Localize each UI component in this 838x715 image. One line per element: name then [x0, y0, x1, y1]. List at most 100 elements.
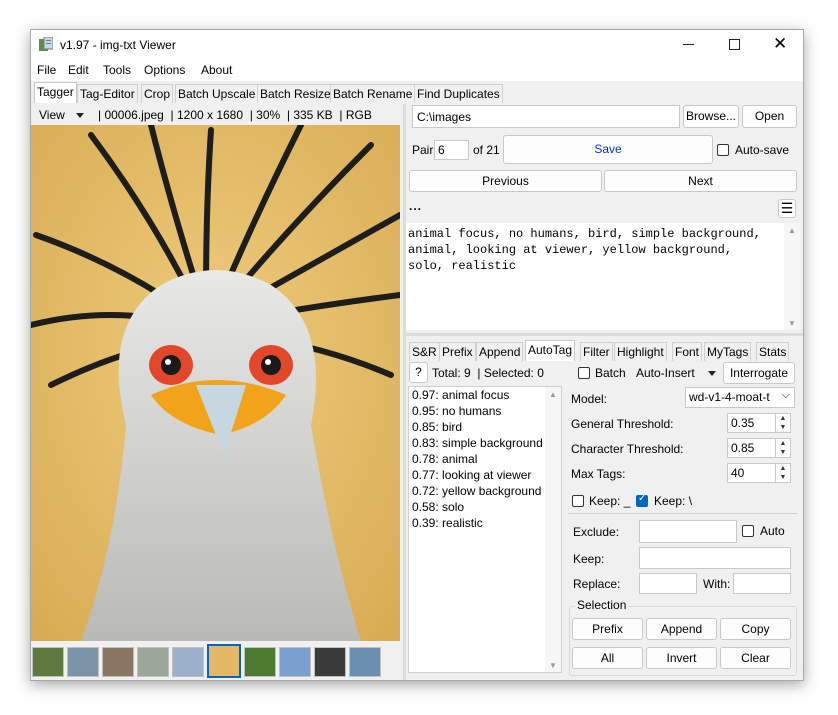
character-threshold-value: 0.85: [731, 441, 755, 455]
menu-options[interactable]: Options: [144, 63, 185, 77]
tab-highlight[interactable]: Highlight: [614, 342, 667, 361]
image-filename: 00006.jpeg: [104, 108, 164, 122]
thumbnail[interactable]: [137, 647, 169, 677]
total-count: Total: 9 | Selected: 0: [432, 366, 544, 380]
menu-edit[interactable]: Edit: [68, 63, 89, 77]
title-bar: v1.97 - img-txt Viewer ✕: [31, 30, 803, 60]
tab-batch-rename[interactable]: Batch Rename: [330, 84, 416, 103]
thumbnail[interactable]: [244, 647, 276, 677]
thumbnail[interactable]: [102, 647, 134, 677]
exclude-input[interactable]: [639, 520, 737, 543]
view-menu[interactable]: View: [39, 108, 65, 122]
results-list[interactable]: 0.97: animal focus 0.95: no humans 0.85:…: [408, 386, 562, 673]
batch-label: Batch: [595, 366, 626, 380]
close-icon[interactable]: ✕: [773, 34, 787, 54]
max-tags-input[interactable]: 40 ▲ ▼: [727, 463, 791, 483]
thumbnail[interactable]: [67, 647, 99, 677]
auto-insert-dropdown[interactable]: Auto-Insert: [636, 366, 695, 380]
caption-scrollbar[interactable]: ▲ ▼: [784, 223, 800, 330]
thumbnail[interactable]: [172, 647, 204, 677]
keep-label: Keep:: [573, 552, 605, 566]
with-input[interactable]: [733, 573, 791, 594]
tab-tagger[interactable]: Tagger: [34, 82, 77, 103]
thumbnail[interactable]: [314, 647, 346, 677]
list-item[interactable]: 0.95: no humans: [409, 403, 561, 419]
caption-textarea[interactable]: animal focus, no humans, bird, simple ba…: [406, 223, 784, 330]
list-item[interactable]: 0.85: bird: [409, 419, 561, 435]
copy-button[interactable]: Copy: [720, 618, 791, 640]
tab-append[interactable]: Append: [476, 342, 524, 361]
tab-prefix[interactable]: Prefix: [439, 342, 476, 361]
path-field[interactable]: C:\images: [412, 105, 680, 128]
chevron-down-icon: ⌵: [781, 389, 790, 401]
thumbnail[interactable]: [279, 647, 311, 677]
invert-button[interactable]: Invert: [646, 647, 717, 669]
tab-batch-resize[interactable]: Batch Resize: [257, 84, 334, 103]
pair-input[interactable]: 6: [434, 140, 469, 160]
next-button[interactable]: Next: [604, 170, 797, 192]
minimize-icon[interactable]: [683, 44, 694, 45]
list-item[interactable]: 0.39: realistic: [409, 515, 561, 531]
replace-input[interactable]: [639, 573, 697, 594]
list-item[interactable]: 0.72: yellow background: [409, 483, 561, 499]
clear-button[interactable]: Clear: [720, 647, 791, 669]
menu-file[interactable]: File: [37, 63, 56, 77]
open-button[interactable]: Open: [742, 105, 797, 128]
list-item[interactable]: 0.83: simple background: [409, 435, 561, 451]
menu-tools[interactable]: Tools: [103, 63, 131, 77]
character-threshold-input[interactable]: 0.85 ▲ ▼: [727, 438, 791, 458]
save-button[interactable]: Save: [503, 135, 713, 164]
auto-checkbox[interactable]: [742, 525, 754, 537]
prefix-button[interactable]: Prefix: [572, 618, 643, 640]
previous-button[interactable]: Previous: [409, 170, 602, 192]
model-select[interactable]: wd-v1-4-moat-t ⌵: [685, 387, 795, 408]
keep-underscore-checkbox[interactable]: [572, 495, 584, 507]
chevron-down-icon[interactable]: [708, 371, 716, 376]
tab-filter[interactable]: Filter: [580, 342, 613, 361]
thumbnail[interactable]: [349, 647, 381, 677]
browse-button[interactable]: Browse...: [683, 105, 739, 128]
help-button[interactable]: ?: [409, 362, 428, 383]
tab-stats[interactable]: Stats: [756, 342, 790, 361]
tab-batch-upscale[interactable]: Batch Upscale: [175, 84, 259, 103]
list-item[interactable]: 0.78: animal: [409, 451, 561, 467]
menu-bar: File Edit Tools Options About: [31, 60, 803, 81]
spinner[interactable]: ▲ ▼: [775, 414, 790, 432]
maximize-icon[interactable]: [729, 39, 740, 50]
menu-about[interactable]: About: [201, 63, 232, 77]
window-title: v1.97 - img-txt Viewer: [60, 38, 176, 52]
exclude-label: Exclude:: [573, 525, 620, 539]
spinner[interactable]: ▲ ▼: [775, 439, 790, 457]
tab-tag-editor[interactable]: Tag-Editor: [77, 84, 138, 103]
tab-sr[interactable]: S&R: [409, 342, 440, 361]
tab-font[interactable]: Font: [672, 342, 703, 361]
keep-input[interactable]: [639, 547, 791, 569]
batch-checkbox[interactable]: [578, 367, 590, 379]
all-button[interactable]: All: [572, 647, 643, 669]
tab-find-duplicates[interactable]: Find Duplicates: [414, 84, 503, 103]
interrogate-button[interactable]: Interrogate: [723, 362, 795, 384]
chevron-down-icon[interactable]: [76, 113, 84, 118]
spinner[interactable]: ▲ ▼: [775, 464, 790, 482]
general-threshold-input[interactable]: 0.35 ▲ ▼: [727, 413, 791, 433]
keep-backslash-checkbox[interactable]: ✓: [636, 493, 648, 507]
app-window: v1.97 - img-txt Viewer ✕ File Edit Tools…: [30, 29, 804, 681]
thumbnail[interactable]: [32, 647, 64, 677]
autosave-checkbox[interactable]: [717, 144, 729, 156]
keep-backslash-label: Keep: \: [654, 494, 693, 508]
tab-autotag[interactable]: AutoTag: [525, 340, 576, 361]
app-icon: [39, 36, 54, 52]
append-button[interactable]: Append: [646, 618, 717, 640]
hamburger-menu-icon[interactable]: ☰: [778, 199, 796, 218]
results-scrollbar[interactable]: ▲ ▼: [545, 387, 561, 672]
list-item[interactable]: 0.58: solo: [409, 499, 561, 515]
general-threshold-label: General Threshold:: [571, 417, 674, 431]
tab-mytags[interactable]: MyTags: [704, 342, 752, 361]
splitter[interactable]: [403, 104, 406, 680]
list-item[interactable]: 0.97: animal focus: [409, 387, 561, 403]
image-preview[interactable]: [31, 125, 400, 641]
thumbnail-selected[interactable]: [207, 644, 241, 678]
list-item[interactable]: 0.77: looking at viewer: [409, 467, 561, 483]
tab-crop[interactable]: Crop: [141, 84, 174, 103]
pair-label: Pair: [412, 143, 434, 157]
